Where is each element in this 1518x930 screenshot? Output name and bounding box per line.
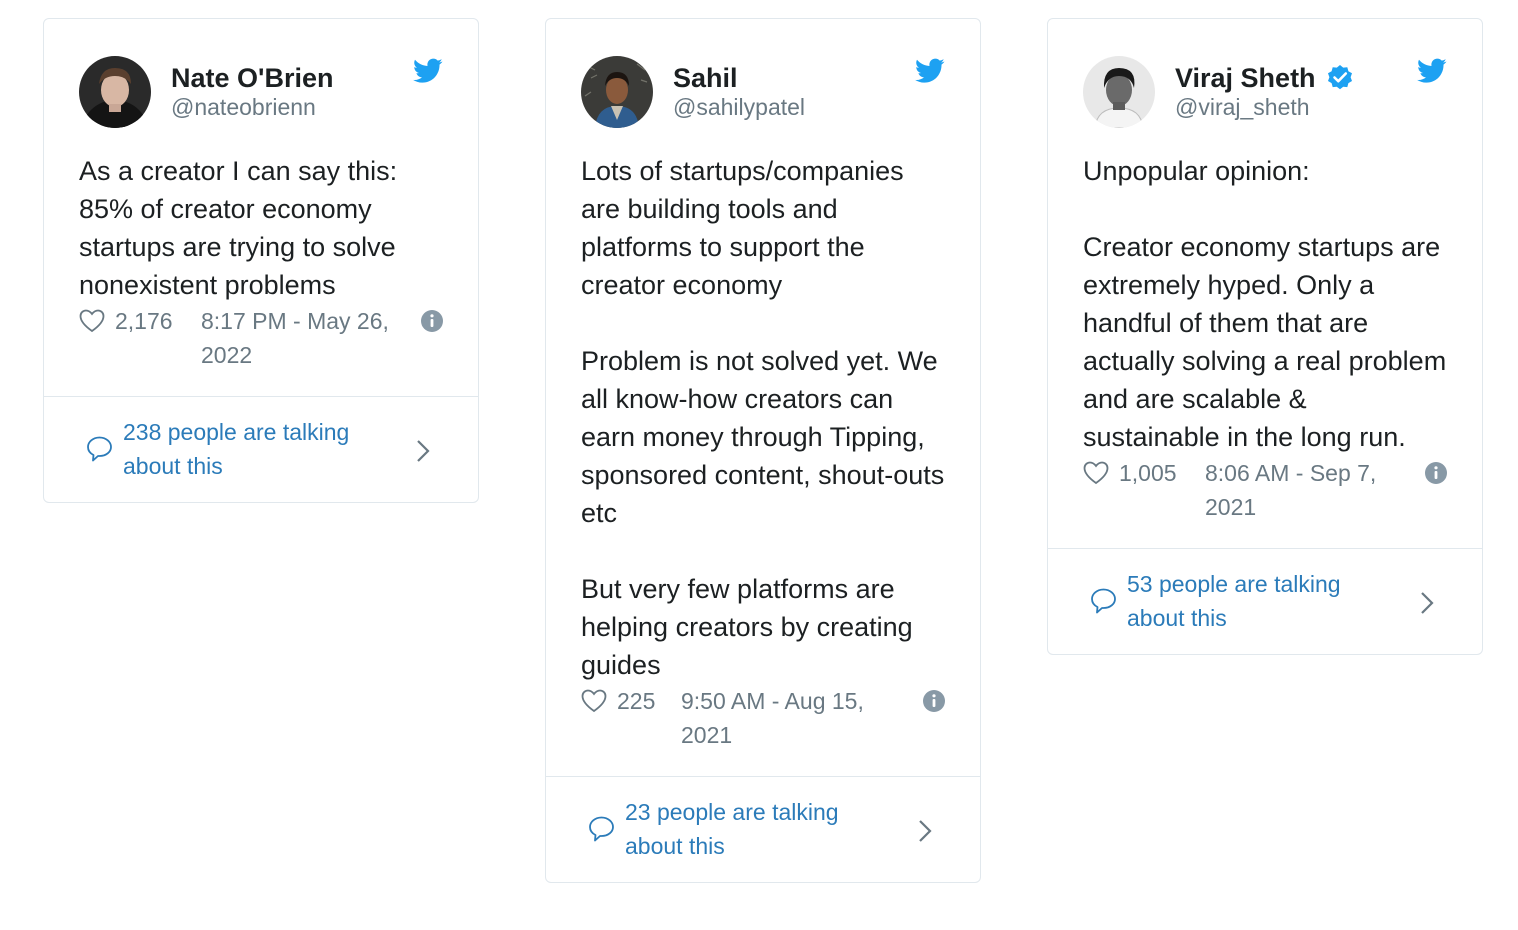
twitter-bird-icon[interactable] <box>413 58 443 84</box>
tweet-meta: 1,005 8:06 AM - Sep 7, 2021 <box>1083 456 1447 548</box>
conversation-link[interactable]: 23 people are talking about this <box>546 776 980 882</box>
tweet-text: As a creator I can say this: 85% of crea… <box>79 156 398 300</box>
chevron-right-icon[interactable] <box>1420 591 1434 615</box>
tweet-card[interactable]: Viraj Sheth @viraj_sheth Unpopular opini… <box>1047 18 1483 655</box>
like-button[interactable]: 2,176 <box>79 304 201 338</box>
tweet-timestamp[interactable]: 9:50 AM - Aug 15, 2021 <box>681 684 891 752</box>
tweet-timestamp[interactable]: 8:17 PM - May 26, 2022 <box>201 304 411 372</box>
speech-bubble-icon <box>589 816 614 842</box>
talking-count[interactable]: 23 people are talking about this <box>625 795 885 863</box>
tweet-header: Nate O'Brien @nateobrienn <box>79 56 443 128</box>
heart-icon <box>79 309 105 333</box>
author-name[interactable]: Sahil <box>673 63 738 93</box>
avatar[interactable] <box>1083 56 1155 128</box>
avatar[interactable] <box>581 56 653 128</box>
chevron-right-icon[interactable] <box>416 439 430 463</box>
tweet-header: Viraj Sheth @viraj_sheth <box>1083 56 1447 128</box>
tweet-meta: 2,176 8:17 PM - May 26, 2022 <box>79 304 443 396</box>
tweet-text: Lots of startups/companies are building … <box>581 156 945 680</box>
verified-badge-icon <box>1327 65 1352 90</box>
tweet-meta: 225 9:50 AM - Aug 15, 2021 <box>581 684 945 776</box>
author-handle[interactable]: @nateobrienn <box>171 93 333 121</box>
like-button[interactable]: 1,005 <box>1083 456 1205 490</box>
chevron-right-icon[interactable] <box>918 819 932 843</box>
like-count: 1,005 <box>1119 460 1177 486</box>
author-handle[interactable]: @sahilypatel <box>673 93 805 121</box>
info-icon[interactable] <box>923 690 945 712</box>
twitter-bird-icon[interactable] <box>1417 58 1447 84</box>
tweet-card[interactable]: Sahil @sahilypatel Lots of startups/comp… <box>545 18 981 883</box>
avatar[interactable] <box>79 56 151 128</box>
conversation-link[interactable]: 238 people are talking about this <box>44 396 478 502</box>
speech-bubble-icon <box>87 436 112 462</box>
heart-icon <box>1083 461 1109 485</box>
tweet-header: Sahil @sahilypatel <box>581 56 945 128</box>
like-button[interactable]: 225 <box>581 684 681 718</box>
like-count: 225 <box>617 688 656 714</box>
info-icon[interactable] <box>1425 462 1447 484</box>
tweet-timestamp[interactable]: 8:06 AM - Sep 7, 2021 <box>1205 456 1415 524</box>
conversation-link[interactable]: 53 people are talking about this <box>1048 548 1482 654</box>
talking-count[interactable]: 238 people are talking about this <box>123 415 383 483</box>
like-count: 2,176 <box>115 308 173 334</box>
tweet-text: Unpopular opinion: Creator economy start… <box>1083 156 1447 452</box>
speech-bubble-icon <box>1091 588 1116 614</box>
info-icon[interactable] <box>421 310 443 332</box>
twitter-bird-icon[interactable] <box>915 58 945 84</box>
talking-count[interactable]: 53 people are talking about this <box>1127 567 1387 635</box>
heart-icon <box>581 689 607 713</box>
author-name[interactable]: Viraj Sheth <box>1175 63 1316 93</box>
author-handle[interactable]: @viraj_sheth <box>1175 93 1354 121</box>
tweet-card[interactable]: Nate O'Brien @nateobrienn As a creator I… <box>43 18 479 503</box>
author-name[interactable]: Nate O'Brien <box>171 63 333 93</box>
